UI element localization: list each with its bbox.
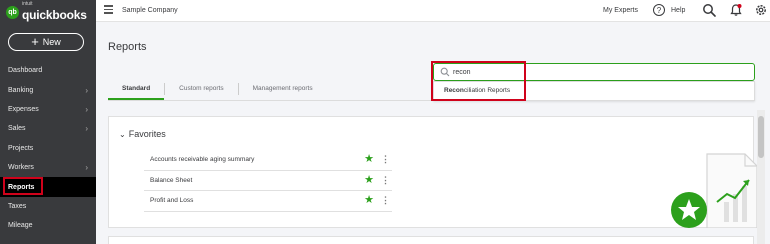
logo-intuit-text: intuit	[22, 0, 33, 7]
sidebar-item-label: Taxes	[8, 202, 27, 210]
gear-icon[interactable]	[754, 3, 768, 17]
sidebar-item-label: Expenses	[8, 105, 39, 113]
star-icon[interactable]: ★	[364, 174, 374, 186]
scrollbar-thumb[interactable]	[758, 116, 764, 158]
search-highlight-box	[431, 61, 526, 101]
sidebar-item-banking[interactable]: Banking ›	[0, 80, 96, 99]
chevron-right-icon: ›	[85, 124, 88, 134]
report-row: Accounts receivable aging summary ★ ⋮	[144, 150, 392, 171]
logo-text: intuit quickbooks	[22, 0, 87, 23]
sidebar-item-expenses[interactable]: Expenses ›	[0, 100, 96, 119]
sidebar-item-label: Projects	[8, 144, 34, 152]
quickbooks-logo[interactable]: qb intuit quickbooks	[6, 0, 87, 23]
favorites-header[interactable]: ⌄ Favorites	[119, 129, 166, 139]
search-icon[interactable]	[702, 3, 716, 17]
tab-standard[interactable]: Standard	[108, 78, 165, 100]
sidebar-item-mileage[interactable]: Mileage	[0, 216, 96, 235]
new-button[interactable]: + New	[8, 33, 84, 51]
sidebar-item-taxes[interactable]: Taxes	[0, 197, 96, 216]
hamburger-menu-icon[interactable]	[104, 5, 113, 14]
chevron-down-icon: ⌄	[119, 129, 126, 139]
favorite-report-illustration-icon	[671, 153, 758, 228]
more-options-icon[interactable]: ⋮	[381, 196, 390, 205]
next-section-card	[108, 236, 754, 244]
report-link-balance-sheet[interactable]: Balance Sheet	[150, 177, 192, 184]
chevron-right-icon: ›	[85, 85, 88, 95]
star-icon[interactable]: ★	[364, 154, 374, 165]
chevron-right-icon: ›	[85, 104, 88, 114]
report-row-actions: ★ ⋮	[364, 174, 392, 186]
report-row-actions: ★ ⋮	[364, 195, 392, 206]
favorites-card: ⌄ Favorites Accounts receivable aging su…	[108, 116, 758, 228]
quickbooks-logo-icon: qb	[6, 5, 19, 19]
sidebar-nav: Dashboard Banking › Expenses › Sales › P…	[0, 61, 96, 236]
favorites-report-list: Accounts receivable aging summary ★ ⋮ Ba…	[144, 150, 392, 212]
top-bar: Sample Company My Experts ? Help	[96, 0, 770, 22]
report-row: Balance Sheet ★ ⋮	[144, 171, 392, 191]
report-tabs: Standard Custom reports Management repor…	[108, 78, 327, 100]
favorites-title: Favorites	[128, 129, 166, 139]
report-row-actions: ★ ⋮	[364, 154, 392, 165]
new-button-label: New	[42, 37, 61, 47]
sidebar-item-label: Banking	[8, 86, 34, 94]
help-link[interactable]: Help	[671, 7, 685, 14]
report-row: Profit and Loss ★ ⋮	[144, 191, 392, 212]
reports-highlight-box	[3, 177, 43, 195]
sidebar-item-workers[interactable]: Workers ›	[0, 158, 96, 177]
sidebar-item-projects[interactable]: Projects	[0, 139, 96, 158]
company-name: Sample Company	[122, 7, 178, 14]
help-icon[interactable]: ?	[653, 4, 665, 16]
tab-management-reports[interactable]: Management reports	[239, 78, 327, 100]
sidebar-item-label: Dashboard	[8, 67, 43, 75]
page-title: Reports	[108, 41, 147, 53]
more-options-icon[interactable]: ⋮	[381, 175, 390, 185]
report-link-ar-aging-summary[interactable]: Accounts receivable aging summary	[150, 156, 254, 163]
bell-icon[interactable]	[729, 3, 743, 17]
report-link-profit-and-loss[interactable]: Profit and Loss	[150, 197, 193, 204]
more-options-icon[interactable]: ⋮	[381, 155, 390, 164]
sidebar-item-label: Mileage	[8, 222, 33, 230]
my-experts-link[interactable]: My Experts	[603, 7, 638, 14]
star-icon[interactable]: ★	[364, 195, 374, 206]
left-sidebar: qb intuit quickbooks + New Dashboard Ban…	[0, 0, 96, 244]
sidebar-item-label: Sales	[8, 125, 26, 133]
plus-icon: +	[31, 34, 39, 49]
tab-custom-reports[interactable]: Custom reports	[165, 78, 237, 100]
sidebar-item-sales[interactable]: Sales ›	[0, 119, 96, 138]
chevron-right-icon: ›	[85, 163, 88, 173]
sidebar-item-label: Workers	[8, 164, 34, 172]
logo-quickbooks-text: quickbooks	[22, 7, 87, 22]
sidebar-item-dashboard[interactable]: Dashboard	[0, 61, 96, 80]
